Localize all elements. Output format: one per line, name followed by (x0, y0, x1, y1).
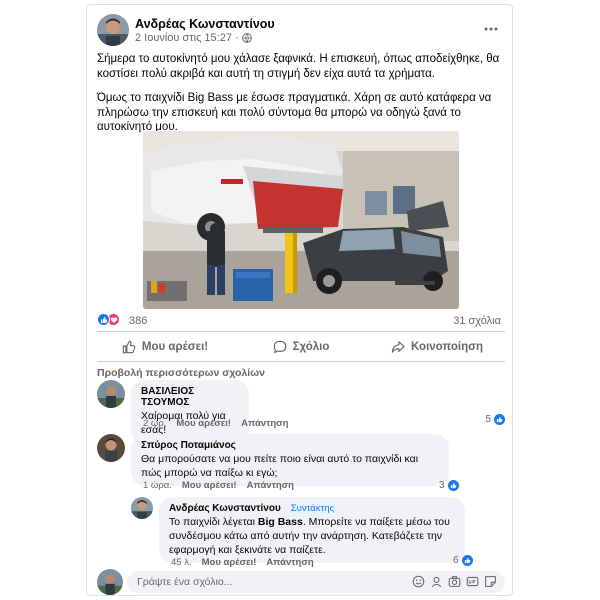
meta-separator: · (234, 32, 239, 44)
comment-likes[interactable]: 5 (485, 414, 505, 425)
thumbs-up-icon (122, 340, 136, 354)
reactions-bar: 386 31 σχόλια (97, 310, 505, 330)
more-horizontal-icon (484, 27, 498, 31)
comment-button-label: Σχόλιο (292, 341, 330, 353)
comment-reply-link[interactable]: Απάντηση (247, 480, 294, 491)
camera-icon[interactable] (448, 575, 461, 588)
reply-text-before: Το παιχνίδι λέγεται (169, 516, 258, 528)
like-button[interactable]: Μου αρέσει! (97, 333, 233, 361)
comment-reply-link[interactable]: Απάντηση (241, 418, 288, 429)
gif-icon[interactable] (466, 575, 479, 588)
like-reaction-icon (97, 313, 110, 326)
post-photo[interactable] (143, 131, 459, 309)
comment-composer (97, 569, 505, 595)
comment-likes[interactable]: 3 (439, 480, 459, 491)
reply-item: Ανδρέας Κωνσταντίνου Συντάκτης Το παιχνί… (131, 497, 505, 568)
comment-likes-count: 3 (439, 480, 445, 491)
reply-meta: 45 λ. Μου αρέσει! Απάντηση (171, 557, 314, 568)
post-paragraph-1: Σήμερα το αυτοκίνητό μου χάλασε ξαφνικά.… (97, 53, 500, 80)
comment-time[interactable]: 2 ώρ. (143, 418, 166, 429)
avatar-sticker-icon[interactable] (430, 575, 443, 588)
globe-icon (241, 33, 252, 43)
like-reaction-icon (447, 480, 459, 491)
current-user-avatar (97, 569, 123, 595)
comment-meta: 1 ώρα. Μου αρέσει! Απάντηση (143, 480, 294, 491)
like-reaction-icon (461, 555, 473, 566)
post-header: Ανδρέας Κωνσταντίνου 2 Ιουνίου στις 15:2… (97, 14, 504, 50)
commenter-avatar[interactable] (97, 434, 125, 462)
share-icon (391, 341, 405, 353)
comment-likes-count: 5 (485, 414, 491, 425)
comment-item: ΒΑΣΙΛΕΙΟΣ ΤΣΟΥΜΟΣ Χαίρομαι πολύ για εσάς… (97, 380, 505, 443)
reply-text-bold: Big Bass (257, 516, 303, 528)
post-paragraph-2: Όμως το παιχνίδι Big Bass με έσωσε πραγμ… (97, 92, 492, 133)
comment-meta: 2 ώρ. Μου αρέσει! Απάντηση (143, 418, 288, 429)
reply-bubble: Ανδρέας Κωνσταντίνου Συντάκτης Το παιχνί… (159, 497, 465, 563)
reply-text: Το παιχνίδι λέγεται Big Bass. Μπορείτε ν… (169, 515, 455, 557)
comment-bubble: Σπύρος Ποταμιάνος Θα μπορούσατε να μου π… (131, 434, 449, 486)
post-options-button[interactable] (480, 18, 502, 40)
reply-reply-link[interactable]: Απάντηση (266, 557, 313, 568)
comment-like-link[interactable]: Μου αρέσει! (182, 480, 237, 491)
like-reaction-icon (494, 414, 505, 425)
composer-icons (412, 575, 497, 588)
facebook-post-card: Ανδρέας Κωνσταντίνου 2 Ιουνίου στις 15:2… (86, 4, 513, 596)
emoji-icon[interactable] (412, 575, 425, 588)
comment-item: Σπύρος Ποταμιάνος Θα μπορούσατε να μου π… (97, 434, 505, 492)
view-more-comments-link[interactable]: Προβολή περισσότερων σχολίων (97, 367, 265, 379)
reply-author-name[interactable]: Ανδρέας Κωνσταντίνου (169, 503, 281, 514)
share-button-label: Κοινοποίηση (411, 341, 483, 353)
comment-text: Θα μπορούσατε να μου πείτε ποιο είναι αυ… (141, 453, 419, 479)
comment-time[interactable]: 1 ώρα. (143, 480, 172, 491)
like-button-label: Μου αρέσει! (141, 341, 209, 353)
comment-button[interactable]: Σχόλιο (233, 333, 369, 361)
reaction-icons[interactable] (97, 313, 120, 326)
commenter-avatar[interactable] (97, 380, 125, 408)
sticker-icon[interactable] (484, 575, 497, 588)
post-meta: 2 Ιουνίου στις 15:27 · (135, 32, 252, 44)
reply-likes-count: 6 (453, 555, 459, 566)
commenter-name[interactable]: ΒΑΣΙΛΕΙΟΣ ΤΣΟΥΜΟΣ (141, 386, 239, 408)
reply-like-link[interactable]: Μου αρέσει! (202, 557, 257, 568)
commenter-name[interactable]: Σπύρος Ποταμιάνος (141, 440, 439, 451)
reaction-count[interactable]: 386 (129, 315, 147, 327)
author-avatar[interactable] (97, 14, 129, 46)
divider-bottom (97, 361, 505, 362)
reply-author-row: Ανδρέας Κωνσταντίνου Συντάκτης (169, 503, 455, 514)
comments-count[interactable]: 31 σχόλια (453, 315, 501, 327)
comment-icon (273, 340, 286, 354)
reply-likes[interactable]: 6 (453, 555, 473, 566)
reply-author-avatar[interactable] (131, 497, 153, 519)
divider-top (97, 331, 505, 332)
post-date[interactable]: 2 Ιουνίου στις 15:27 (135, 32, 232, 44)
comment-like-link[interactable]: Μου αρέσει! (176, 418, 231, 429)
author-name[interactable]: Ανδρέας Κωνσταντίνου (135, 17, 275, 31)
share-button[interactable]: Κοινοποίηση (369, 333, 505, 361)
post-actions-bar: Μου αρέσει! Σχόλιο Κοινοποίηση (97, 333, 505, 361)
author-badge: Συντάκτης (286, 503, 339, 514)
reply-time[interactable]: 45 λ. (171, 557, 192, 568)
